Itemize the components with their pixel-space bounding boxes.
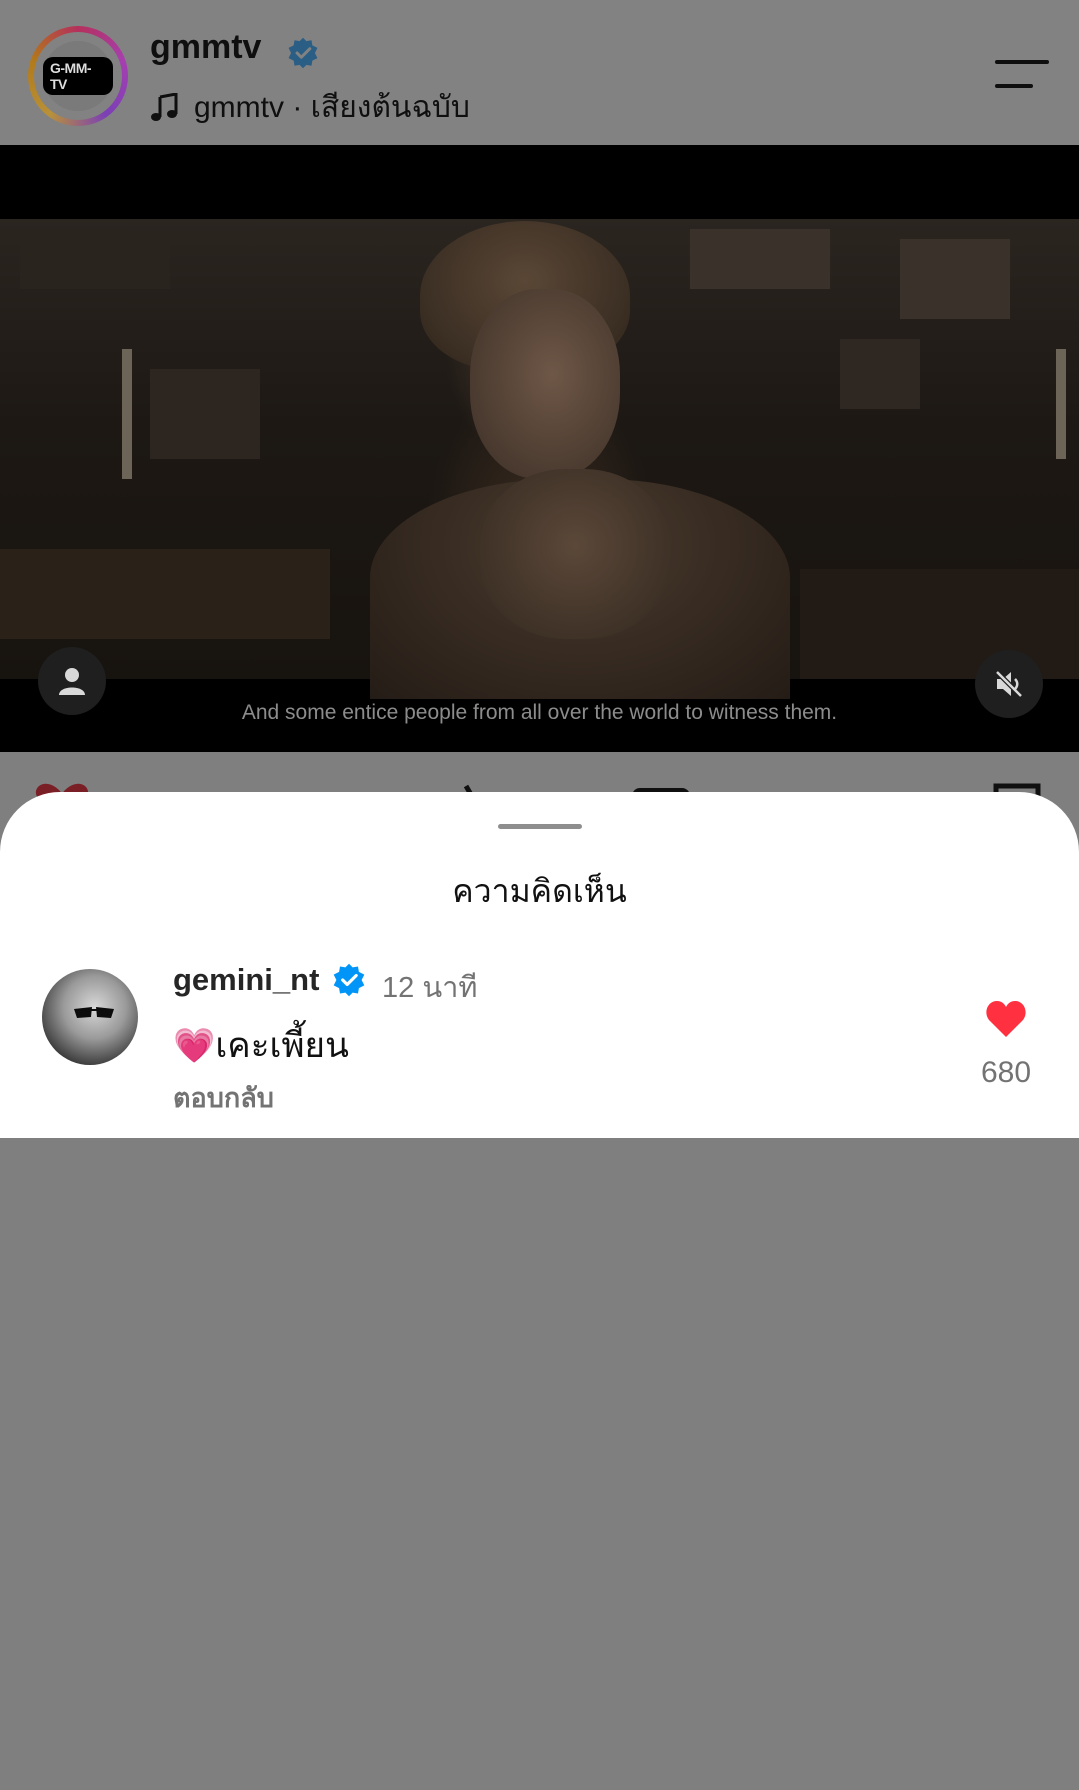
- heart-emoji: 💗: [173, 1025, 216, 1066]
- comments-title: ความคิดเห็น: [452, 872, 627, 910]
- comment-body: เคะเพี้ยน: [215, 1026, 349, 1066]
- sheet-drag-handle[interactable]: [498, 824, 582, 829]
- reply-button[interactable]: ตอบกลับ: [173, 1076, 274, 1119]
- commenter-avatar[interactable]: [42, 969, 138, 1065]
- audio-link[interactable]: gmmtv · เสียงต้นฉบับ: [150, 84, 470, 131]
- account-logo: G-MM-TV: [43, 57, 113, 95]
- avatar-photo: [74, 1007, 114, 1018]
- video-frame: [0, 219, 1079, 699]
- menu-icon[interactable]: [995, 60, 1051, 94]
- commenter-verified-badge-icon: [333, 963, 365, 997]
- comments-sheet: ความคิดเห็น gemini_nt 12 นาที 💗 เคะเพี้ย…: [0, 792, 1079, 1138]
- comment-text: 💗 เคะเพี้ยน: [173, 1018, 349, 1073]
- comment-username[interactable]: gemini_nt: [173, 962, 319, 998]
- comment-time: 12 นาที: [382, 972, 478, 1004]
- account-name[interactable]: gmmtv: [150, 28, 261, 67]
- video-subtitle: And some entice people from all over the…: [241, 701, 838, 724]
- video-player[interactable]: And some entice people from all over the…: [0, 145, 1079, 752]
- account-avatar[interactable]: G-MM-TV: [28, 26, 128, 126]
- verified-badge-icon: [331, 1754, 367, 1790]
- verified-badge-icon: [288, 37, 318, 69]
- music-note-icon: [151, 92, 178, 121]
- heart-icon[interactable]: [985, 1000, 1027, 1038]
- mute-icon: [995, 670, 1023, 698]
- post-header: G-MM-TV gmmtv gmmtv · เสียงต้นฉบับ: [0, 0, 1079, 145]
- comment-like-count: 680: [980, 1056, 1032, 1089]
- audio-label: gmmtv · เสียงต้นฉบับ: [194, 91, 470, 124]
- user-tag-icon: [59, 668, 85, 695]
